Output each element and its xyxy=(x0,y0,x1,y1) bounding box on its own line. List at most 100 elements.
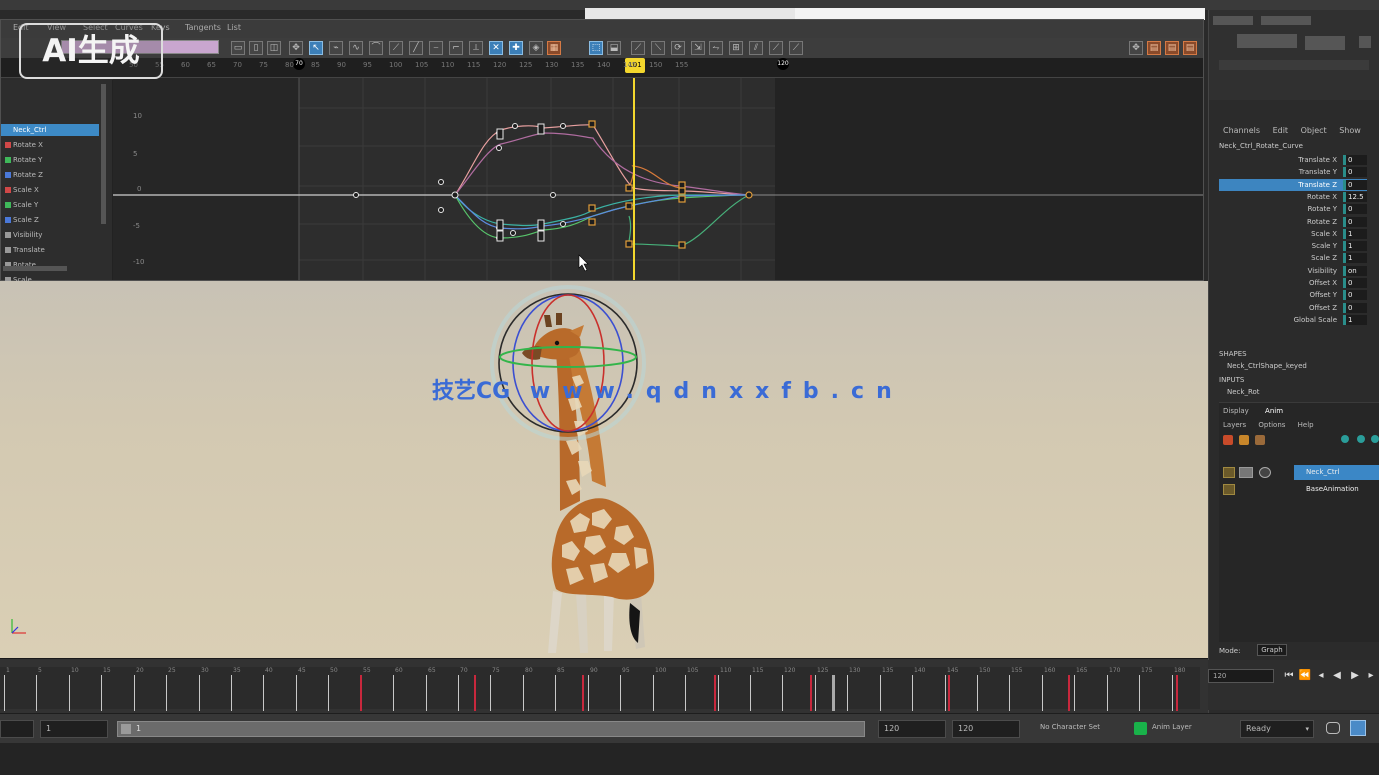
channel-row[interactable]: Global Scale 1 xyxy=(1219,314,1367,326)
buffer-curve-icon[interactable]: ▦ xyxy=(547,41,561,55)
curve-canvas[interactable]: 10 5 0 -5 -10 xyxy=(113,78,1203,280)
outliner-item[interactable]: Neck_Ctrl xyxy=(1,124,99,136)
channel-value-field[interactable]: 1 xyxy=(1343,253,1367,264)
outliner-item[interactable]: Rotate Z xyxy=(1,169,99,181)
layer-solo-icon[interactable] xyxy=(1259,467,1271,478)
object-menu[interactable]: Object xyxy=(1301,126,1327,135)
outliner-item[interactable]: Scale Y xyxy=(1,199,99,211)
delete-layer-icon[interactable] xyxy=(1255,435,1265,445)
tab-display[interactable]: Display xyxy=(1223,407,1249,415)
channel-value-field[interactable]: 1 xyxy=(1343,314,1367,325)
layer-row[interactable]: BaseAnimation xyxy=(1219,482,1379,497)
channel-row[interactable]: Scale X 1 xyxy=(1219,228,1367,240)
snap-icon[interactable]: ⊞ xyxy=(729,41,743,55)
region-icon[interactable]: ⟋ xyxy=(769,41,783,55)
step-back-key-icon[interactable]: ⏪ xyxy=(1298,669,1312,683)
lattice-icon[interactable]: ⫽ xyxy=(749,41,763,55)
loop-icon[interactable] xyxy=(1326,722,1340,734)
move-key-icon[interactable]: ✥ xyxy=(289,41,303,55)
frame-all-button[interactable]: ▭ xyxy=(231,41,245,55)
infinity-pre-icon[interactable]: ⟋ xyxy=(631,41,645,55)
menu-list[interactable]: List xyxy=(227,23,241,32)
channel-value-field[interactable]: 0 xyxy=(1343,179,1367,190)
denormalize-icon[interactable]: ⬓ xyxy=(607,41,621,55)
keyframe-marker[interactable] xyxy=(360,675,362,711)
channel-value-field[interactable]: 0 xyxy=(1343,290,1367,301)
footer-value-field[interactable]: Graph xyxy=(1257,644,1287,656)
range-slider[interactable]: 1 xyxy=(117,721,865,737)
range-slider-handle[interactable] xyxy=(121,724,131,734)
pin-icon[interactable]: ✥ xyxy=(1129,41,1143,55)
outliner-item[interactable]: Rotate Y xyxy=(1,154,99,166)
end-frame-field[interactable]: 120 xyxy=(878,720,946,738)
channel-row[interactable]: Visibility on xyxy=(1219,265,1367,277)
time-slider-track[interactable]: 1 5 10 15 20 25 30 35 40 45 50 55 60 65 70 75 80 85 90 95 10… xyxy=(0,667,1200,711)
select-key-icon[interactable]: ↖ xyxy=(309,41,323,55)
layer-row[interactable]: Neck_Ctrl xyxy=(1219,465,1379,480)
options-menu[interactable]: Options xyxy=(1258,421,1285,429)
cycle-icon[interactable]: ⟳ xyxy=(671,41,685,55)
layout-icon-3[interactable]: ▤ xyxy=(1183,41,1197,55)
end-marker[interactable]: 120 xyxy=(777,58,789,70)
tangent-auto-icon[interactable]: ∿ xyxy=(349,41,363,55)
layers-menu[interactable]: Layers xyxy=(1223,421,1246,429)
infinity-post-icon[interactable]: ⟍ xyxy=(651,41,665,55)
weighted-tangents-icon[interactable]: ◈ xyxy=(529,41,543,55)
play-backward-icon[interactable]: ◀ xyxy=(1330,669,1344,683)
layer-lock-icon[interactable] xyxy=(1223,467,1235,478)
layer-mute-icon[interactable] xyxy=(1239,467,1253,478)
shapes-item[interactable]: Neck_CtrlShape_keyed xyxy=(1219,362,1307,370)
channel-value-field[interactable]: 0 xyxy=(1343,216,1367,227)
time-slider[interactable]: 1 5 10 15 20 25 30 35 40 45 50 55 60 65 70 75 80 85 90 95 10… xyxy=(0,658,1208,713)
channel-value-field[interactable]: 0 xyxy=(1343,204,1367,215)
channel-row[interactable]: Rotate Y 0 xyxy=(1219,203,1367,215)
step-back-frame-icon[interactable]: ◂ xyxy=(1314,669,1328,683)
outliner-item[interactable]: Translate xyxy=(1,244,99,256)
new-layer-from-selection-icon[interactable] xyxy=(1239,435,1249,445)
break-tangents-icon[interactable]: ✕ xyxy=(489,41,503,55)
play-forward-icon[interactable]: ▶ xyxy=(1348,669,1362,683)
anim-layer-icon[interactable] xyxy=(1134,722,1147,735)
keyframe-marker[interactable] xyxy=(474,675,476,711)
tangent-flat-icon[interactable]: ⎯ xyxy=(429,41,443,55)
keyframe-marker[interactable] xyxy=(810,675,812,711)
menu-tangents[interactable]: Tangents xyxy=(185,23,221,32)
layer-name[interactable]: BaseAnimation xyxy=(1294,482,1379,497)
tangent-plateau-icon[interactable]: ⟂ xyxy=(469,41,483,55)
channel-row[interactable]: Offset Z 0 xyxy=(1219,302,1367,314)
oscillate-icon[interactable]: ⥊ xyxy=(709,41,723,55)
unify-tangents-icon[interactable]: ✚ xyxy=(509,41,523,55)
anim-start-field[interactable] xyxy=(0,720,34,738)
go-to-start-icon[interactable]: ⏮ xyxy=(1282,669,1296,683)
layout-icon-2[interactable]: ▤ xyxy=(1165,41,1179,55)
channel-row[interactable]: Translate Z 0 xyxy=(1219,178,1367,191)
edit-menu[interactable]: Edit xyxy=(1273,126,1289,135)
outliner-scrollbar[interactable] xyxy=(101,84,106,224)
tangent-spline-icon[interactable]: ⌒ xyxy=(369,41,383,55)
start-marker[interactable]: 70 xyxy=(293,58,305,70)
channel-value-field[interactable]: 1 xyxy=(1343,228,1367,239)
channel-row[interactable]: Offset X 0 xyxy=(1219,277,1367,289)
show-menu[interactable]: Show xyxy=(1339,126,1361,135)
graph-curve-area[interactable]: 10 5 0 -5 -10 xyxy=(113,78,1203,280)
channel-row[interactable]: Scale Z 1 xyxy=(1219,252,1367,264)
layout-icon-1[interactable]: ▤ xyxy=(1147,41,1161,55)
frame-playback-button[interactable]: ◫ xyxy=(267,41,281,55)
channel-row[interactable]: Rotate X 12.5 xyxy=(1219,191,1367,203)
viewport-scene[interactable] xyxy=(0,281,1208,658)
channel-value-field[interactable]: 0 xyxy=(1343,302,1367,313)
character-set-label[interactable]: No Character Set xyxy=(1040,723,1100,731)
current-time-marker[interactable] xyxy=(831,675,835,711)
giraffe-model[interactable] xyxy=(522,313,655,653)
move-layer-down-icon[interactable] xyxy=(1357,435,1365,443)
keyframe-marker[interactable] xyxy=(948,675,950,711)
layer-options-icon[interactable] xyxy=(1371,435,1379,443)
anim-end-field[interactable]: 120 xyxy=(952,720,1020,738)
insert-key-icon[interactable]: ⌁ xyxy=(329,41,343,55)
viewport[interactable] xyxy=(0,281,1208,658)
tab-anim[interactable]: Anim xyxy=(1265,407,1283,415)
keyframe-marker[interactable] xyxy=(1176,675,1178,711)
tangent-linear-icon[interactable]: ╱ xyxy=(409,41,423,55)
layer-lock-icon[interactable] xyxy=(1223,484,1235,495)
anim-layer-label[interactable]: Anim Layer xyxy=(1152,723,1192,731)
